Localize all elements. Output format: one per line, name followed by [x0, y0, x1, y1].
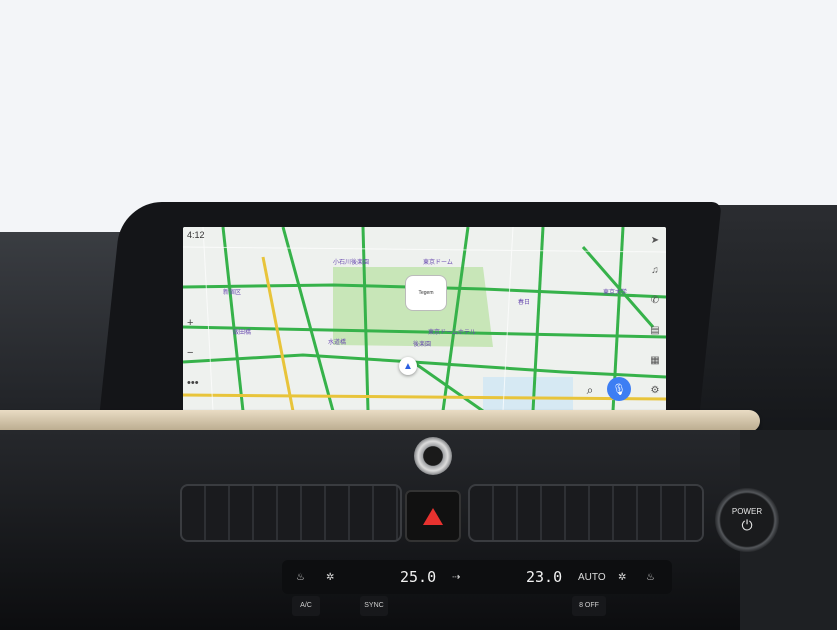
off-button[interactable]: 8 OFF	[572, 596, 606, 616]
map-label: 水道橋	[328, 340, 347, 346]
dome-label: Tegem	[418, 290, 434, 296]
auto-label[interactable]: AUTO	[578, 572, 606, 583]
seat-heat-icon[interactable]: ♨	[296, 572, 305, 583]
music-icon[interactable]: ♫	[651, 265, 659, 276]
settings-icon[interactable]: ⚙	[651, 385, 660, 396]
power-icon: ⏻	[741, 517, 753, 533]
navigation-icon[interactable]: ➤	[651, 235, 659, 246]
air-vent-left[interactable]	[180, 484, 402, 542]
current-location-icon: ▲	[399, 357, 417, 375]
air-vent-right[interactable]	[468, 484, 704, 542]
car-dashboard-scene: 4:12 Tegem 小石川後楽園 東京ドーム 東京ドームホテル 水道橋 後楽園…	[0, 0, 837, 630]
map-label: 後楽園	[413, 342, 432, 348]
search-icon[interactable]: ⌕	[581, 381, 599, 399]
apps-icon[interactable]: ▦	[650, 355, 659, 366]
dashboard-trim	[0, 410, 760, 432]
left-temp: 25.0	[400, 568, 437, 586]
more-button[interactable]: •••	[187, 377, 199, 389]
zoom-controls: + − •••	[187, 317, 199, 389]
infotainment-screen[interactable]: 4:12 Tegem 小石川後楽園 東京ドーム 東京ドームホテル 水道橋 後楽園…	[183, 227, 666, 411]
power-label: POWER	[731, 507, 763, 516]
app-sidebar: ➤ ♫ ✆ ▤ ▦ ⚙	[648, 235, 662, 396]
climate-panel: ♨ ✲ 25.0 ⇢ 23.0 AUTO ✲ ♨	[282, 560, 672, 594]
ac-button[interactable]: A/C	[292, 596, 320, 616]
messages-icon[interactable]: ▤	[650, 325, 659, 336]
sync-button[interactable]: SYNC	[360, 596, 388, 616]
map-label: 新宿区	[223, 290, 242, 296]
fan-right-icon[interactable]: ✲	[618, 572, 626, 583]
hazard-button[interactable]	[405, 490, 461, 542]
volume-knob[interactable]	[414, 437, 452, 475]
map-label: 東京ドームホテル	[428, 330, 476, 336]
map-label: 飯田橋	[233, 330, 252, 336]
tokyo-dome-marker[interactable]: Tegem	[405, 275, 447, 311]
airflow-icon[interactable]: ⇢	[452, 572, 460, 583]
seat-heat-right-icon[interactable]: ♨	[646, 572, 655, 583]
map-label: 春日	[518, 300, 531, 306]
map-label: 小石川後楽園	[333, 260, 370, 266]
power-button[interactable]: POWER ⏻	[715, 488, 779, 552]
fan-icon[interactable]: ✲	[326, 572, 334, 583]
zoom-in-button[interactable]: +	[187, 317, 199, 329]
map-label: 東京大学	[603, 290, 628, 296]
right-temp: 23.0	[526, 568, 563, 586]
phone-icon[interactable]: ✆	[651, 295, 659, 306]
map-label: 東京ドーム	[423, 260, 453, 266]
hazard-icon	[423, 507, 443, 525]
zoom-out-button[interactable]: −	[187, 347, 199, 359]
status-time: 4:12	[187, 230, 205, 240]
mic-icon[interactable]: 🎙	[607, 377, 631, 401]
